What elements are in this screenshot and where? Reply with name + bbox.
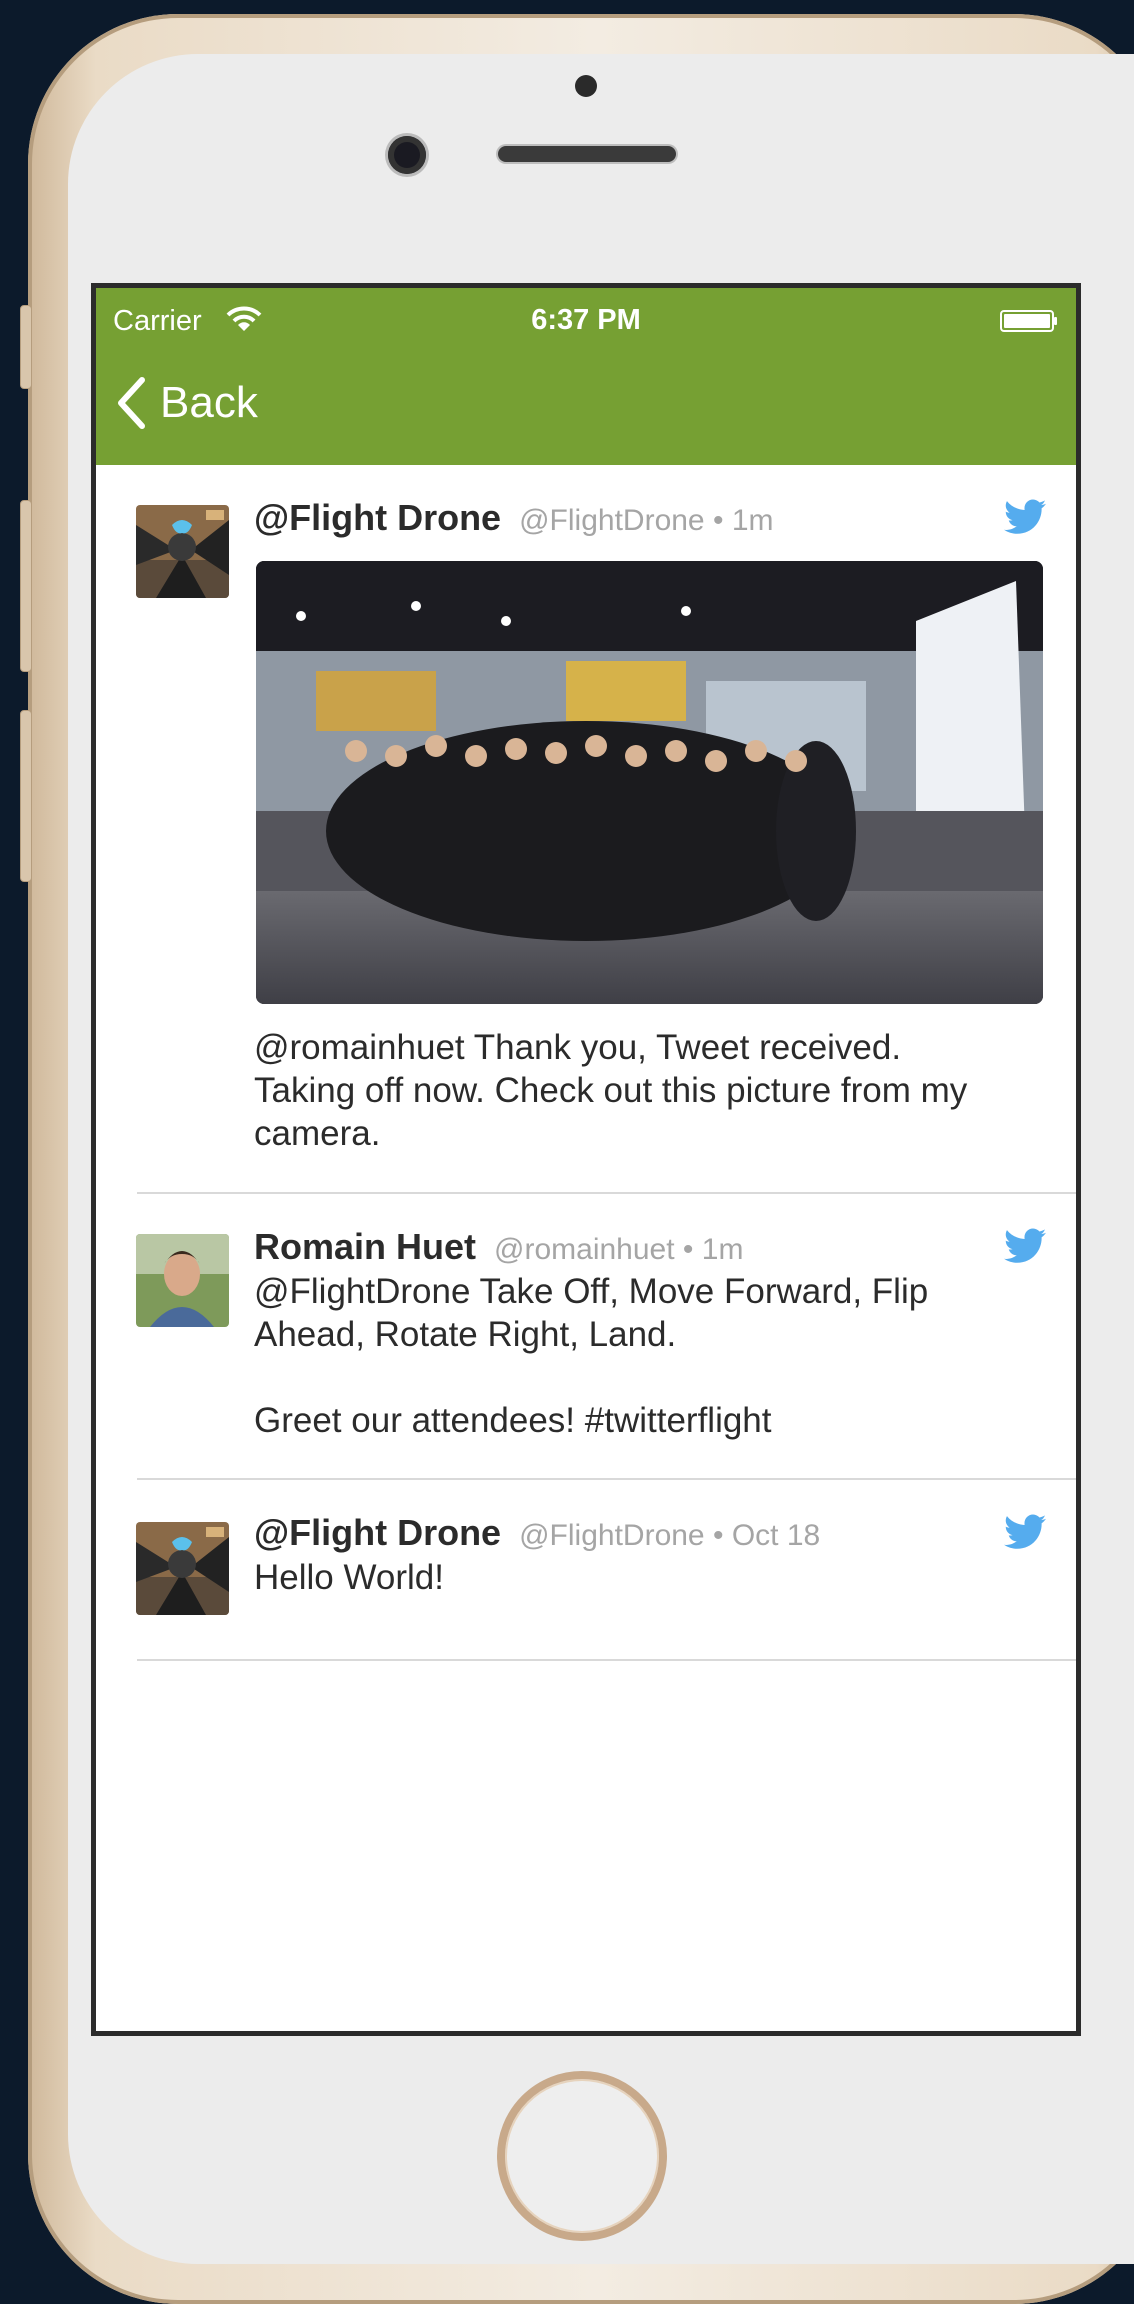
author-handle: @FlightDrone • Oct 18	[519, 1519, 821, 1552]
app-screen: Carrier 6:37 PM Back @Flight Drone @Flig…	[91, 283, 1081, 2036]
earpiece-speaker	[498, 146, 676, 162]
tweet-text: Hello World!	[254, 1558, 444, 1597]
twitter-bird-icon	[1004, 1514, 1046, 1549]
tweet-time: 1m	[701, 1233, 744, 1266]
author-name[interactable]: Romain Huet	[254, 1226, 476, 1267]
back-button[interactable]: Back	[116, 368, 258, 438]
tweet-item[interactable]: @Flight Drone @FlightDrone • 1m @romainh…	[96, 465, 1076, 1194]
volume-down-button	[20, 710, 32, 882]
drone-avatar[interactable]	[136, 505, 229, 598]
author-handle: @romainhuet • 1m	[494, 1233, 744, 1266]
back-label: Back	[160, 378, 258, 427]
author-name[interactable]: @Flight Drone	[254, 497, 501, 538]
navigation-bar: Carrier 6:37 PM Back	[96, 288, 1076, 465]
tweet-feed[interactable]: @Flight Drone @FlightDrone • 1m @romainh…	[96, 465, 1076, 1661]
drone-avatar[interactable]	[136, 1522, 229, 1615]
tweet-photo[interactable]	[256, 561, 1043, 1004]
author-handle: @FlightDrone • 1m	[519, 504, 774, 537]
battery-icon	[1000, 310, 1057, 332]
twitter-bird-icon	[1004, 499, 1046, 534]
chevron-left-icon	[118, 377, 145, 429]
tweet-divider	[137, 1659, 1076, 1661]
tweet-time: 1m	[731, 504, 774, 537]
tweet-header: @Flight Drone @FlightDrone • 1m	[254, 497, 1046, 539]
volume-up-button	[20, 500, 32, 672]
status-time: 6:37 PM	[531, 304, 641, 336]
twitter-bird-icon	[1004, 1228, 1046, 1263]
front-camera	[388, 136, 426, 174]
person-avatar[interactable]	[136, 1234, 229, 1327]
tweet-text: @romainhuet Thank you, Tweet received. T…	[254, 1028, 968, 1153]
author-name[interactable]: @Flight Drone	[254, 1512, 501, 1553]
proximity-sensor	[575, 75, 597, 97]
tweet-item[interactable]: @Flight Drone @FlightDrone • Oct 18 Hell…	[96, 1480, 1076, 1661]
home-button[interactable]	[497, 2071, 667, 2241]
tweet-header: Romain Huet @romainhuet • 1m	[254, 1226, 1046, 1268]
mute-switch	[20, 305, 32, 389]
tweet-item[interactable]: Romain Huet @romainhuet • 1m @FlightDron…	[96, 1194, 1076, 1480]
tweet-header: @Flight Drone @FlightDrone • Oct 18	[254, 1512, 1046, 1554]
tweet-text: @FlightDrone Take Off, Move Forward, Fli…	[254, 1272, 929, 1440]
tweet-time: Oct 18	[731, 1519, 821, 1552]
